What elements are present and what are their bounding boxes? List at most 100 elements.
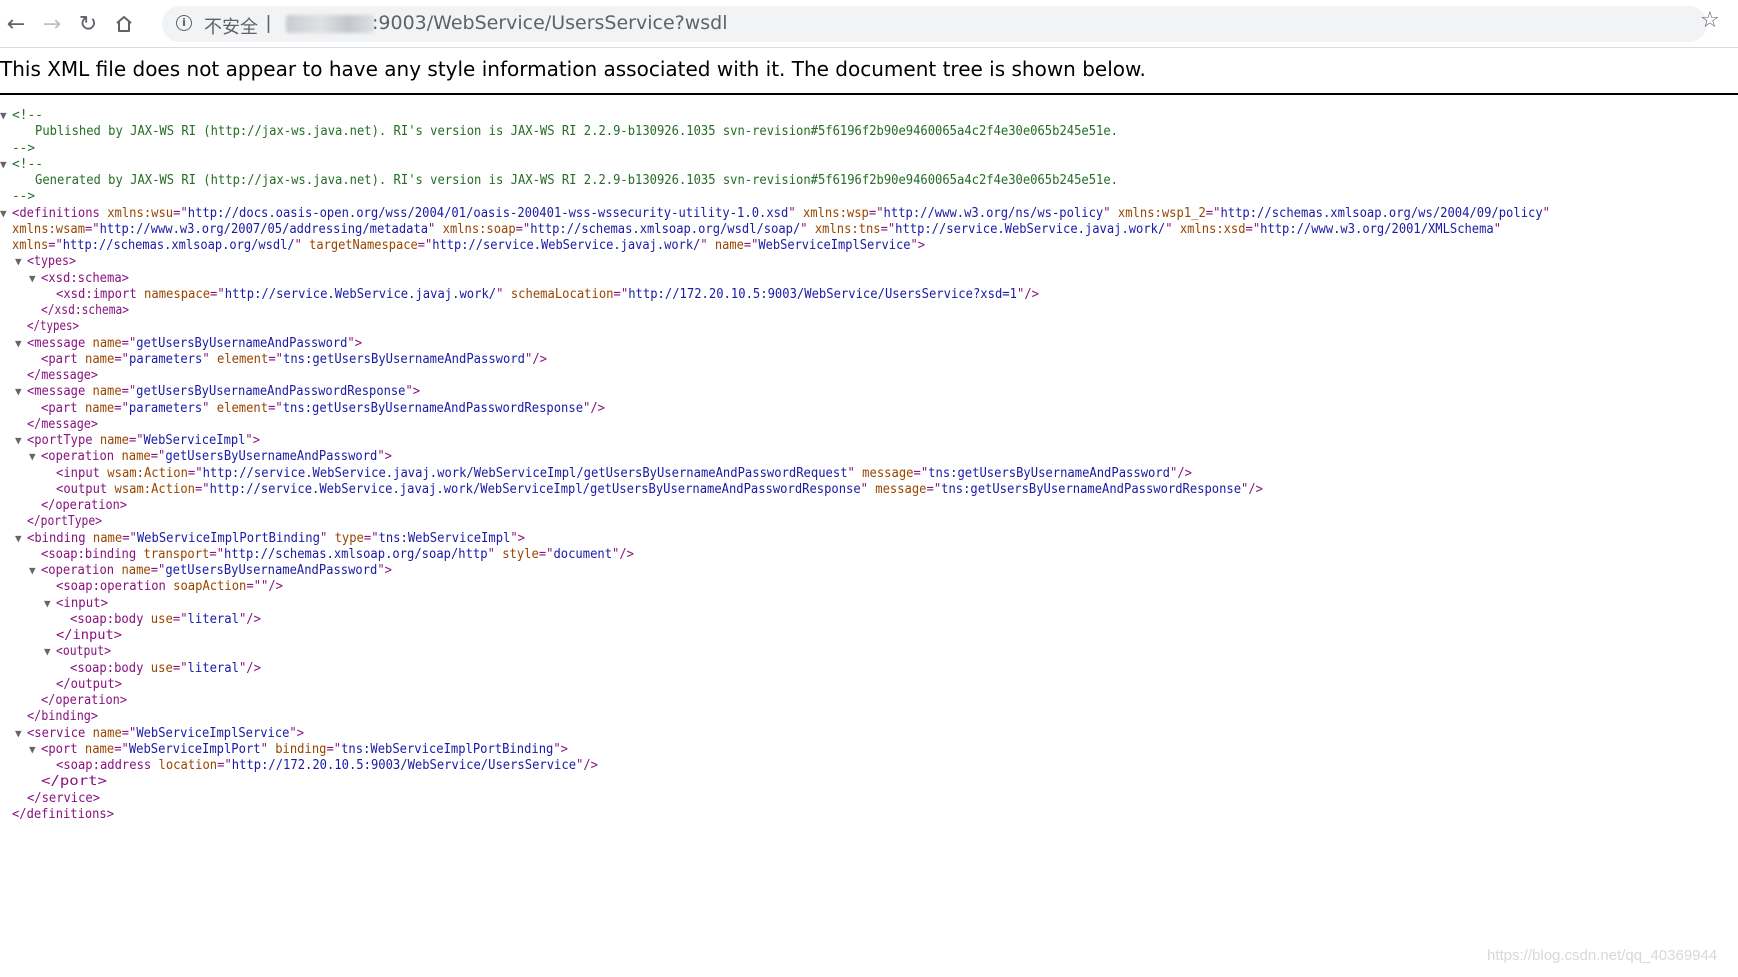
xml-line-text: Generated by JAX-WS RI (http://jax-ws.ja… bbox=[35, 172, 1118, 190]
collapse-toggle-icon[interactable]: ▼ bbox=[15, 253, 22, 271]
xml-token: </input> bbox=[56, 628, 122, 643]
xml-token: http://service.WebService.javaj.work/ bbox=[432, 238, 701, 253]
collapse-toggle-icon[interactable]: ▼ bbox=[29, 562, 36, 580]
xml-token: "/> bbox=[238, 611, 261, 627]
xml-line-text: <output wsam:Action="http://service.WebS… bbox=[56, 481, 1263, 499]
info-icon[interactable]: i bbox=[176, 15, 192, 31]
xml-token: http://docs.oasis-open.org/wss/2004/01/o… bbox=[187, 205, 789, 221]
xml-token: " bbox=[1493, 221, 1501, 237]
xml-line-text: <xsd:import namespace="http://service.We… bbox=[56, 286, 1039, 304]
collapse-toggle-icon[interactable]: ▼ bbox=[29, 448, 36, 466]
xml-token: =" bbox=[150, 449, 166, 465]
xml-token: " bbox=[1103, 205, 1111, 221]
collapse-toggle-icon[interactable]: ▼ bbox=[29, 270, 36, 288]
xml-token: "> bbox=[347, 335, 362, 351]
xml-token: style bbox=[494, 546, 539, 562]
xml-token: </message> bbox=[27, 416, 98, 432]
xml-token: =" bbox=[173, 205, 188, 221]
collapse-toggle-icon[interactable]: ▼ bbox=[15, 725, 22, 743]
xml-token: name bbox=[92, 433, 129, 448]
collapse-toggle-icon[interactable]: ▼ bbox=[15, 432, 22, 450]
xml-token: http://www.w3.org/ns/ws-policy bbox=[883, 205, 1104, 221]
xml-token: message bbox=[854, 465, 914, 481]
xml-token: " bbox=[202, 400, 210, 416]
xml-token: http://172.20.10.5:9003/WebService/Users… bbox=[231, 758, 577, 773]
reload-icon[interactable]: ↻ bbox=[72, 8, 104, 40]
url-text[interactable]: :9003/WebService/UsersService?wsdl bbox=[372, 12, 728, 34]
address-bar[interactable]: i 不安全 | :9003/WebService/UsersService?ws… bbox=[162, 6, 1707, 42]
xml-token: " bbox=[860, 481, 868, 497]
xml-token: =" bbox=[880, 221, 896, 237]
xml-token: http://172.20.10.5:9003/WebService/Users… bbox=[628, 286, 1017, 302]
home-icon[interactable] bbox=[108, 8, 140, 40]
xml-token: =" bbox=[172, 611, 188, 627]
xml-token: schemaLocation bbox=[503, 286, 614, 302]
xml-token: type bbox=[327, 530, 364, 546]
browser-toolbar: ← → ↻ i 不安全 | :9003/WebService/UsersServ… bbox=[0, 0, 1738, 48]
xml-token: =" bbox=[417, 238, 433, 253]
xml-token: parameters bbox=[128, 400, 203, 416]
xml-token: http://service.WebService.javaj.work/Web… bbox=[202, 465, 848, 481]
xml-token: soapAction bbox=[165, 579, 247, 595]
collapse-toggle-icon[interactable]: ▼ bbox=[29, 741, 36, 759]
xml-token: "> bbox=[910, 238, 925, 253]
xml-token: <xsd:schema> bbox=[41, 270, 129, 286]
xml-token: <soap:binding bbox=[41, 546, 137, 562]
xml-token: parameters bbox=[129, 351, 203, 367]
xml-token: wsam:Action bbox=[107, 481, 195, 497]
xml-token: "> bbox=[405, 384, 420, 400]
collapse-toggle-icon[interactable]: ▼ bbox=[15, 383, 22, 401]
forward-arrow-icon[interactable]: → bbox=[36, 8, 68, 40]
collapse-toggle-icon[interactable]: ▼ bbox=[44, 643, 51, 661]
xml-token: =" bbox=[150, 563, 166, 578]
xml-token: =" bbox=[187, 465, 203, 481]
xml-token: wsam:Action bbox=[99, 465, 188, 481]
xml-token: name bbox=[85, 335, 122, 351]
xml-token: tns:getUsersByUsernameAndPassword bbox=[283, 351, 525, 367]
xml-token: http://www.w3.org/2007/05/addressing/met… bbox=[99, 221, 429, 237]
xml-token: </portType> bbox=[27, 514, 102, 530]
xml-token: <soap:body bbox=[70, 660, 144, 676]
xml-token: http://schemas.xmlsoap.org/wsdl/ bbox=[62, 238, 295, 253]
notice-divider bbox=[0, 93, 1738, 95]
not-secure-label[interactable]: 不安全 bbox=[204, 13, 258, 39]
back-arrow-icon[interactable]: ← bbox=[0, 8, 32, 40]
xml-token: name bbox=[77, 351, 115, 367]
xml-token: http://service.WebService.javaj.work/ bbox=[224, 286, 497, 302]
xml-token: <binding bbox=[27, 530, 86, 546]
xml-line-text: xmlns="http://schemas.xmlsoap.org/wsdl/"… bbox=[12, 237, 925, 255]
collapse-toggle-icon[interactable]: ▼ bbox=[0, 156, 7, 174]
collapse-toggle-icon[interactable]: ▼ bbox=[44, 595, 51, 613]
xml-token: " bbox=[319, 530, 328, 546]
xml-token: =" bbox=[121, 725, 137, 741]
redacted-host bbox=[286, 15, 374, 33]
xml-token: </message> bbox=[27, 368, 98, 383]
xml-line: Generated by JAX-WS RI (http://jax-ws.ja… bbox=[35, 172, 1193, 190]
xml-line: <xsd:import namespace="http://service.We… bbox=[56, 286, 1105, 304]
xml-token: =" bbox=[85, 221, 100, 237]
xml-token: <input bbox=[56, 465, 100, 481]
separator: | bbox=[266, 13, 271, 34]
collapse-toggle-icon[interactable]: ▼ bbox=[15, 335, 22, 353]
xml-token: name bbox=[707, 238, 744, 253]
xml-token: http://schemas.xmlsoap.org/soap/http bbox=[224, 546, 488, 562]
xml-token: </service> bbox=[27, 790, 100, 806]
collapse-toggle-icon[interactable]: ▼ bbox=[0, 205, 7, 223]
xml-token: =" bbox=[114, 351, 130, 367]
collapse-toggle-icon[interactable]: ▼ bbox=[0, 107, 7, 125]
xml-token: "/> bbox=[1170, 465, 1192, 481]
bookmark-star-icon[interactable]: ☆ bbox=[1700, 8, 1720, 33]
xml-token: =" bbox=[128, 433, 144, 448]
xml-token: </output> bbox=[56, 676, 122, 692]
xml-token: =" bbox=[363, 530, 379, 546]
xml-token: http://service.WebService.javaj.work/Web… bbox=[209, 481, 861, 497]
xml-token: tns:getUsersByUsernameAndPasswordRespons… bbox=[941, 481, 1242, 497]
xml-token: --> bbox=[12, 189, 35, 205]
collapse-toggle-icon[interactable]: ▼ bbox=[15, 530, 22, 548]
xml-token: element bbox=[209, 400, 269, 416]
xml-token: http://schemas.xmlsoap.org/wsdl/soap/ bbox=[530, 221, 801, 237]
xml-token: =" bbox=[868, 205, 884, 221]
xml-style-notice: This XML file does not appear to have an… bbox=[0, 57, 1146, 81]
xml-token: " bbox=[428, 221, 436, 237]
xml-token: xmlns:wsu bbox=[99, 205, 174, 221]
